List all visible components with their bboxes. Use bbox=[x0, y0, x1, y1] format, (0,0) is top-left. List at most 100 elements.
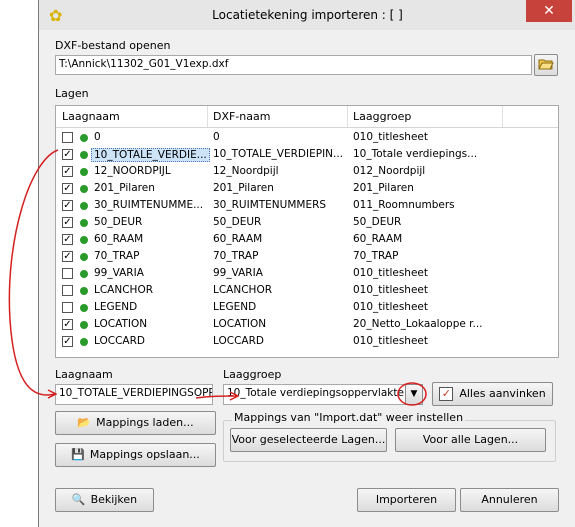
layer-dxf-name: 12_Noordpijl bbox=[213, 165, 279, 177]
chevron-down-icon: ▼ bbox=[410, 389, 418, 399]
layer-dxf-name: LEGEND bbox=[213, 301, 257, 313]
laagnaam-input[interactable]: 10_TOTALE_VERDIEPINGSOPPE bbox=[55, 384, 213, 405]
layer-name: 70_TRAP bbox=[94, 250, 140, 262]
layer-dxf-name: 201_Pilaren bbox=[213, 182, 274, 194]
mappings-group-label: Mappings van "Import.dat" weer instellen bbox=[232, 411, 466, 424]
layer-dxf-name: 60_RAAM bbox=[213, 233, 263, 245]
layer-status-dot-icon bbox=[80, 236, 88, 244]
close-button[interactable]: ✕ bbox=[526, 0, 572, 22]
layer-name: 50_DEUR bbox=[94, 216, 143, 228]
layer-checkbox[interactable]: ✓ bbox=[62, 319, 73, 330]
layer-status-dot-icon bbox=[80, 253, 88, 261]
layer-checkbox[interactable] bbox=[62, 285, 73, 296]
layer-status-dot-icon bbox=[80, 321, 88, 329]
layer-row[interactable]: LCANCHOR LCANCHOR 010_titlesheet bbox=[56, 283, 558, 300]
layer-row[interactable]: ✓ 12_NOORDPIJL 12_Noordpijl 012_Noordpijl bbox=[56, 164, 558, 181]
laaggroep-label: Laaggroep bbox=[223, 368, 282, 381]
layer-row[interactable]: ✓ 70_TRAP 70_TRAP 70_TRAP bbox=[56, 249, 558, 266]
layer-checkbox[interactable]: ✓ bbox=[62, 149, 73, 160]
import-button[interactable]: Importeren bbox=[357, 488, 456, 512]
layer-row[interactable]: ✓ LOCCARD LOCCARD 010_titlesheet bbox=[56, 334, 558, 351]
layer-checkbox[interactable]: ✓ bbox=[62, 251, 73, 262]
layer-dxf-name: 99_VARIA bbox=[213, 267, 263, 279]
layer-dxf-name: 10_TOTALE_VERDIEPIN... bbox=[213, 148, 343, 160]
column-header-laagnaam[interactable]: Laagnaam bbox=[62, 110, 120, 123]
layer-name: 60_RAAM bbox=[94, 233, 144, 245]
layers-label: Lagen bbox=[55, 87, 89, 100]
apply-selected-layers-button[interactable]: Voor geselecteerde Lagen... bbox=[230, 428, 387, 452]
browse-button[interactable] bbox=[534, 54, 558, 76]
layer-status-dot-icon bbox=[80, 304, 88, 312]
layer-group: 011_Roomnumbers bbox=[353, 199, 455, 211]
column-header-dxf-naam[interactable]: DXF-naam bbox=[213, 110, 270, 123]
layer-status-dot-icon bbox=[80, 219, 88, 227]
title-bar: ✿ Locatietekening importeren : [ ] ✕ bbox=[39, 0, 575, 30]
layer-dxf-name: 50_DEUR bbox=[213, 216, 262, 228]
layer-name: LOCATION bbox=[94, 318, 148, 330]
layer-group: 50_DEUR bbox=[353, 216, 402, 228]
layer-name: 99_VARIA bbox=[94, 267, 144, 279]
dxf-label: DXF-bestand openen bbox=[55, 39, 171, 52]
alles-aanvinken-button[interactable]: ✓ Alles aanvinken bbox=[432, 382, 553, 406]
layer-name: 10_TOTALE_VERDIE... bbox=[91, 148, 210, 162]
layer-row[interactable]: ✓ 50_DEUR 50_DEUR 50_DEUR bbox=[56, 215, 558, 232]
layer-row[interactable]: ✓ 30_RUIMTENUMME... 30_RUIMTENUMMERS 011_Ro… bbox=[56, 198, 558, 215]
layer-checkbox[interactable]: ✓ bbox=[62, 217, 73, 228]
view-button[interactable]: 🔍 Bekijken bbox=[55, 488, 154, 512]
layer-group: 010_titlesheet bbox=[353, 301, 428, 313]
layer-group: 010_titlesheet bbox=[353, 284, 428, 296]
layer-dxf-name: 30_RUIMTENUMMERS bbox=[213, 199, 327, 211]
layer-checkbox[interactable]: ✓ bbox=[62, 200, 73, 211]
layer-dxf-name: 0 bbox=[213, 131, 220, 143]
layer-row[interactable]: ✓ 60_RAAM 60_RAAM 60_RAAM bbox=[56, 232, 558, 249]
layer-checkbox[interactable] bbox=[62, 132, 73, 143]
layer-name: 12_NOORDPIJL bbox=[94, 165, 171, 177]
layer-dxf-name: LOCCARD bbox=[213, 335, 264, 347]
layer-group: 010_titlesheet bbox=[353, 131, 428, 143]
layer-checkbox[interactable]: ✓ bbox=[62, 234, 73, 245]
layers-list: Laagnaam DXF-naam Laaggroep 0 0 010_titles… bbox=[55, 105, 559, 358]
layer-row[interactable]: ✓ LOCATION LOCATION 20_Netto_Lokaaloppe r..… bbox=[56, 317, 558, 334]
layer-name: LOCCARD bbox=[94, 335, 145, 347]
save-mappings-button[interactable]: 💾 Mappings opslaan... bbox=[55, 443, 216, 467]
folder-open-icon bbox=[538, 59, 554, 70]
load-mappings-button[interactable]: 📂 Mappings laden... bbox=[55, 411, 216, 435]
layer-group: 201_Pilaren bbox=[353, 182, 414, 194]
apply-all-layers-button[interactable]: Voor alle Lagen... bbox=[395, 428, 546, 452]
save-mappings-label: Mappings opslaan... bbox=[89, 448, 200, 461]
cancel-button[interactable]: Annuleren bbox=[460, 488, 559, 512]
layer-checkbox[interactable] bbox=[62, 302, 73, 313]
layer-row[interactable]: 99_VARIA 99_VARIA 010_titlesheet bbox=[56, 266, 558, 283]
alles-aanvinken-label: Alles aanvinken bbox=[459, 387, 546, 400]
layer-name: 0 bbox=[94, 131, 101, 143]
layer-group: 010_titlesheet bbox=[353, 335, 428, 347]
layer-row[interactable]: ✓ 201_Pilaren 201_Pilaren 201_Pilaren bbox=[56, 181, 558, 198]
layer-dxf-name: 70_TRAP bbox=[213, 250, 259, 262]
layer-status-dot-icon bbox=[80, 338, 88, 346]
laaggroep-select[interactable]: 10_Totale verdiepingsoppervlakte bbox=[223, 384, 423, 405]
layer-checkbox[interactable] bbox=[62, 268, 73, 279]
layers-header: Laagnaam DXF-naam Laaggroep bbox=[56, 106, 558, 128]
layer-status-dot-icon bbox=[80, 202, 88, 210]
layer-name: 201_Pilaren bbox=[94, 182, 155, 194]
layer-status-dot-icon bbox=[80, 168, 88, 176]
layer-status-dot-icon bbox=[80, 287, 88, 295]
layer-row[interactable]: 0 0 010_titlesheet bbox=[56, 130, 558, 147]
floppy-disk-icon: 💾 bbox=[71, 448, 85, 461]
layer-group: 60_RAAM bbox=[353, 233, 403, 245]
layer-row[interactable]: ✓ 10_TOTALE_VERDIE... 10_TOTALE_VERDIEPIN.… bbox=[56, 147, 558, 164]
dxf-path-field[interactable]: T:\Annick\11302_G01_V1exp.dxf bbox=[55, 55, 532, 75]
layer-checkbox[interactable]: ✓ bbox=[62, 183, 73, 194]
layer-group: 10_Totale verdiepings... bbox=[353, 148, 478, 160]
layer-status-dot-icon bbox=[80, 151, 88, 159]
layer-name: 30_RUIMTENUMME... bbox=[94, 199, 204, 211]
layer-row[interactable]: LEGEND LEGEND 010_titlesheet bbox=[56, 300, 558, 317]
layer-checkbox[interactable]: ✓ bbox=[62, 336, 73, 347]
magnifier-icon: 🔍 bbox=[71, 493, 86, 506]
layer-dxf-name: LCANCHOR bbox=[213, 284, 273, 296]
layer-checkbox[interactable]: ✓ bbox=[62, 166, 73, 177]
open-folder-icon: 📂 bbox=[77, 416, 92, 429]
column-header-laaggroep[interactable]: Laaggroep bbox=[353, 110, 411, 123]
laaggroep-dropdown-button[interactable]: ▼ bbox=[405, 384, 423, 405]
layer-group: 012_Noordpijl bbox=[353, 165, 426, 177]
